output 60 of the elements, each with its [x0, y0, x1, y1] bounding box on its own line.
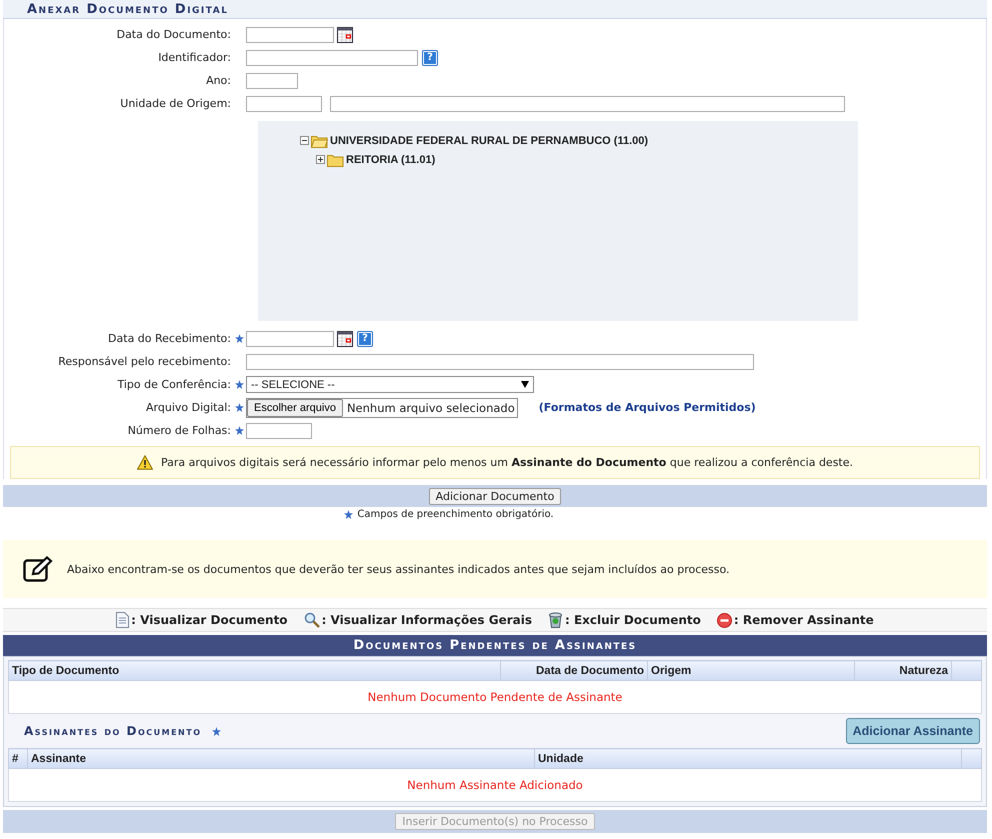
add-document-button[interactable]: Adicionar Documento: [428, 488, 562, 504]
remove-icon: [716, 612, 732, 628]
trash-icon: [548, 612, 563, 628]
help-button[interactable]: ?: [423, 50, 437, 64]
date-field[interactable]: [246, 330, 334, 346]
tree-node[interactable]: UNIVERSIDADE FEDERAL RURAL DE PERNAMBUCO (11.00): [330, 134, 648, 146]
choose-file-button[interactable]: Escolher arquivo: [247, 398, 343, 416]
column-header: Data de Documento: [500, 660, 648, 680]
file-status: Nenhum arquivo selecionado: [346, 400, 515, 414]
text-field[interactable]: [246, 50, 418, 66]
column-header: Unidade: [534, 748, 962, 768]
calendar-icon[interactable]: [337, 26, 353, 42]
unit-name-field[interactable]: [330, 96, 845, 112]
search-icon: [304, 612, 320, 628]
add-signer-button[interactable]: Adicionar Assinante: [846, 718, 980, 744]
field-label: Unidade de Origem:: [120, 97, 231, 110]
expand-icon[interactable]: [316, 155, 325, 164]
select-field[interactable]: -- SELECIONE --: [246, 376, 534, 393]
field-label: Data do Documento:: [116, 28, 231, 41]
column-header: #: [8, 748, 28, 768]
empty-message: Nenhum Assinante Adicionado: [8, 768, 982, 802]
notice-text: Para arquivos digitais será necessário informar pelo menos um Assinante do Documento que realizou a conferência deste.: [160, 456, 854, 469]
document-icon: [116, 612, 130, 628]
column-header: Assinante: [28, 748, 534, 768]
section-title: Anexar Documento Digital: [27, 2, 228, 16]
formats-link[interactable]: (Formatos de Arquivos Permitidos): [538, 401, 756, 414]
field-label: Número de Folhas:: [128, 424, 231, 437]
field-label: Responsável pelo recebimento:: [58, 355, 231, 368]
year-field[interactable]: [246, 72, 298, 88]
column-header: Tipo de Documento: [8, 660, 500, 680]
column-header: Natureza: [854, 660, 952, 680]
legend-label: : Remover Assinante: [734, 613, 874, 627]
table-title: Documentos Pendentes de Assinantes: [353, 638, 637, 653]
collapse-icon[interactable]: [300, 136, 309, 145]
calendar-icon[interactable]: [337, 330, 353, 346]
field-label: Data do Recebimento:: [108, 332, 231, 345]
number-field[interactable]: [246, 422, 312, 438]
tree-node[interactable]: REITORIA (11.01): [346, 154, 436, 166]
text-field[interactable]: [246, 354, 754, 370]
folder-icon: [311, 134, 328, 148]
field-label: Tipo de Conferência:: [118, 378, 231, 391]
field-label: Identificador:: [158, 51, 231, 64]
field-label: Ano:: [206, 74, 231, 87]
section-title: Assinantes do Documento: [24, 724, 202, 738]
warning-icon: [136, 455, 153, 470]
legend-label: : Visualizar Informações Gerais: [322, 613, 532, 627]
folder-icon: [327, 152, 344, 166]
field-label: Arquivo Digital:: [146, 401, 231, 414]
column-header: Origem: [648, 660, 854, 680]
empty-message: Nenhum Documento Pendente de Assinante: [8, 680, 982, 714]
required-icon: [344, 510, 354, 519]
edit-icon: [23, 556, 53, 582]
unit-code-field[interactable]: [246, 96, 322, 112]
legend-label: : Visualizar Documento: [131, 613, 288, 627]
info-text: Abaixo encontram-se os documentos que deverão ter seus assinantes indicados antes que sejam incluídos ao processo.: [67, 562, 730, 576]
caret-icon: [521, 381, 529, 388]
required-note: Campos de preenchimento obrigatório.: [357, 509, 554, 520]
help-button[interactable]: ?: [358, 332, 372, 346]
legend-label: : Excluir Documento: [564, 613, 701, 627]
date-field[interactable]: [246, 26, 334, 42]
